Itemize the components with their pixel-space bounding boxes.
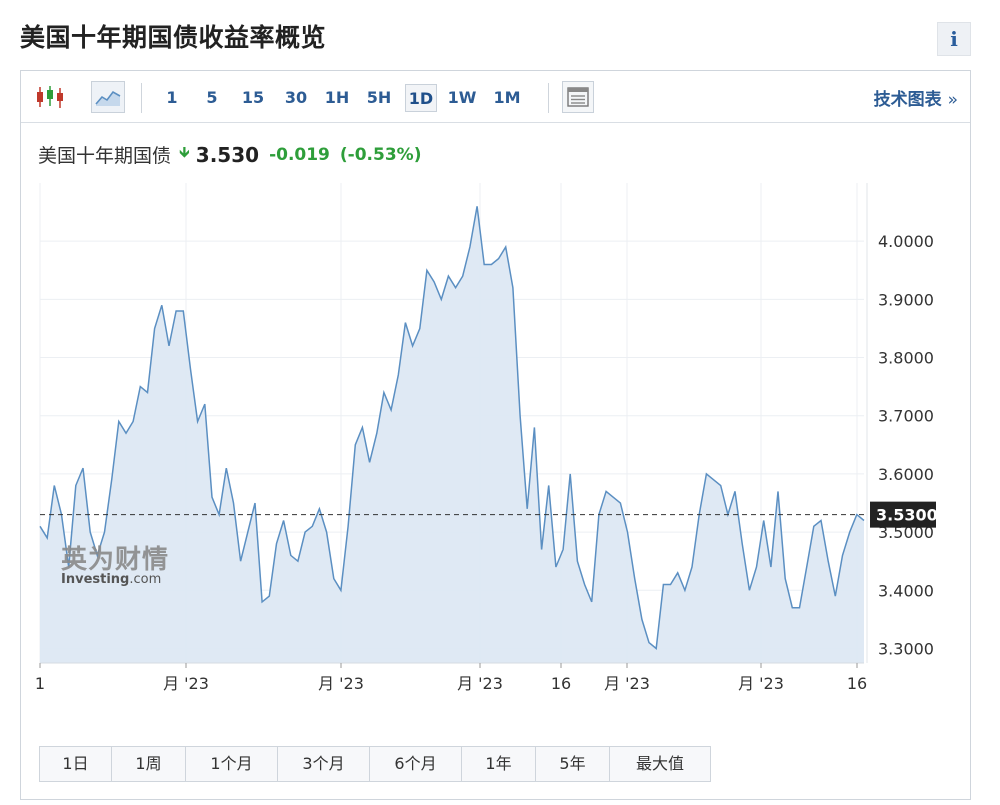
y-tick-label: 3.3000 — [878, 639, 934, 658]
x-tick-label: 1 — [35, 674, 45, 693]
x-tick-label: 月 '23 — [604, 674, 650, 693]
range-button-0[interactable]: 1日 — [40, 747, 112, 781]
investing-watermark: 英为财情 Investing.com — [61, 539, 169, 587]
range-button-4[interactable]: 6个月 — [370, 747, 462, 781]
y-tick-label: 3.6000 — [878, 465, 934, 484]
info-icon: i — [950, 27, 958, 51]
range-button-7[interactable]: 最大值 — [610, 747, 710, 781]
series-area — [40, 206, 864, 664]
range-button-1[interactable]: 1周 — [112, 747, 186, 781]
y-tick-label: 3.7000 — [878, 407, 934, 426]
y-tick-label: 3.9000 — [878, 290, 934, 309]
x-tick-label: 月 '23 — [163, 674, 209, 693]
x-tick-label: 16 — [551, 674, 571, 693]
range-button-6[interactable]: 5年 — [536, 747, 610, 781]
x-tick-label: 月 '23 — [457, 674, 503, 693]
watermark-cn: 英为财情 — [61, 545, 170, 575]
y-tick-label: 3.4000 — [878, 581, 934, 600]
range-button-5[interactable]: 1年 — [462, 747, 536, 781]
time-range-selector: 1日 1周 1个月 3个月 6个月 1年 5年 最大值 — [39, 746, 711, 782]
range-button-3[interactable]: 3个月 — [278, 747, 370, 781]
info-button[interactable]: i — [937, 22, 971, 56]
last-value-label: 3.5300 — [876, 506, 938, 525]
x-tick-label: 月 '23 — [738, 674, 784, 693]
range-button-2[interactable]: 1个月 — [186, 747, 278, 781]
page-title: 美国十年期国债收益率概览 — [20, 23, 327, 52]
x-tick-label: 16 — [847, 674, 867, 693]
y-tick-label: 3.8000 — [878, 349, 934, 368]
chart-widget: 1 5 15 30 1H 5H 1D 1W 1M 技术图表» 美国十年期国债 🡻 3.530 -… — [20, 70, 971, 800]
price-chart[interactable]: 4.00003.90003.80003.70003.60003.50003.40… — [21, 71, 970, 741]
x-tick-label: 月 '23 — [318, 674, 364, 693]
y-tick-label: 4.0000 — [878, 232, 934, 251]
